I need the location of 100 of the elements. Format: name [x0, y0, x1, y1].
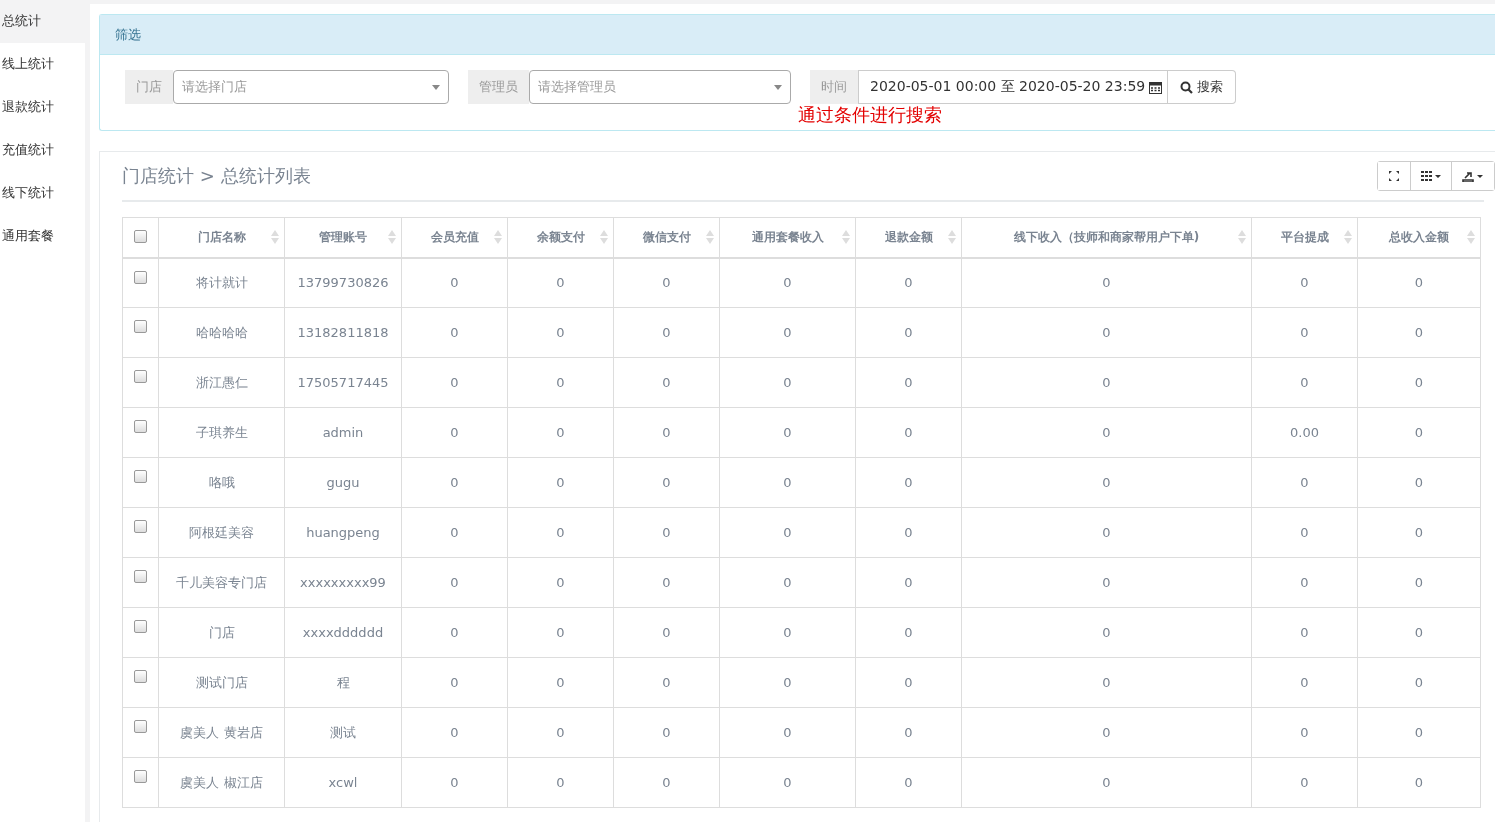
- checkbox[interactable]: [134, 770, 147, 783]
- table-cell: 0: [783, 674, 792, 690]
- table-cell: 0: [556, 574, 565, 590]
- checkbox[interactable]: [134, 720, 147, 733]
- table-cell: 0: [662, 574, 671, 590]
- sidebar-item[interactable]: 退款统计: [0, 86, 85, 129]
- table-cell: 0: [662, 724, 671, 740]
- sidebar-item[interactable]: 通用套餐: [0, 215, 85, 258]
- table-cell: 0: [1414, 474, 1424, 490]
- table-cell: 0: [904, 324, 913, 340]
- table-cell: 0: [1414, 374, 1424, 390]
- checkbox[interactable]: [134, 570, 147, 583]
- table-cell: 0: [450, 424, 459, 440]
- table-cell: 0: [1300, 274, 1309, 290]
- checkbox[interactable]: [134, 420, 147, 433]
- table-cell: 0: [556, 524, 565, 540]
- export-button[interactable]: [1451, 162, 1494, 190]
- panel-title: 门店统计 > 总统计列表: [122, 164, 311, 188]
- sidebar-item[interactable]: 总统计: [0, 0, 85, 43]
- search-button[interactable]: 搜索: [1168, 70, 1236, 104]
- checkbox[interactable]: [134, 620, 147, 633]
- checkbox[interactable]: [134, 230, 147, 243]
- checkbox[interactable]: [134, 470, 147, 483]
- table-cell: 0: [904, 424, 913, 440]
- table-cell: 0: [1102, 424, 1111, 440]
- table-cell: 0: [1102, 674, 1111, 690]
- table-cell: 0: [783, 524, 792, 540]
- column-header[interactable]: 会员充值: [430, 229, 479, 246]
- table-cell: 程: [336, 674, 350, 690]
- column-header[interactable]: 退款金额: [884, 229, 933, 246]
- table-cell: 0: [1300, 374, 1309, 390]
- sidebar-item[interactable]: 充值统计: [0, 129, 85, 172]
- table-cell: 0: [556, 424, 565, 440]
- table-cell: 0: [904, 374, 913, 390]
- table-cell: 0: [783, 374, 792, 390]
- table-cell: 咯哦: [208, 474, 235, 490]
- table-cell: 0: [783, 724, 792, 740]
- table-cell: 阿根廷美容: [189, 524, 254, 540]
- table-cell: 测试门店: [195, 674, 248, 690]
- sort-icon: [600, 230, 608, 245]
- table-cell: 0: [1414, 574, 1424, 590]
- table-cell: 0: [450, 774, 459, 790]
- table-cell: 0: [1102, 274, 1111, 290]
- column-header[interactable]: 管理账号: [319, 229, 367, 246]
- sort-icon: [388, 230, 396, 245]
- sort-icon: [494, 230, 502, 245]
- table-cell: 0: [783, 574, 792, 590]
- table-cell: 0: [450, 474, 459, 490]
- table-cell: 0: [904, 574, 913, 590]
- table-cell: 0: [1414, 724, 1424, 740]
- sort-icon: [1238, 230, 1246, 245]
- table-cell: 0: [662, 274, 671, 290]
- checkbox[interactable]: [134, 370, 147, 383]
- table-cell: 0: [450, 274, 459, 290]
- table-cell: 0: [1102, 624, 1111, 640]
- field-label: 管理员: [468, 70, 529, 104]
- table-cell: admin: [322, 424, 364, 440]
- column-header[interactable]: 微信支付: [642, 229, 691, 246]
- date-range-field[interactable]: 2020-05-01 00:00 至 2020-05-20 23:59: [858, 70, 1168, 104]
- table-cell: 0: [662, 324, 671, 340]
- table-cell: 0: [1300, 524, 1309, 540]
- search-icon: [1180, 80, 1193, 94]
- table-cell: 虞美人 黄岩店: [180, 724, 263, 740]
- checkbox[interactable]: [134, 270, 147, 284]
- table-cell: 0: [556, 374, 565, 390]
- checkbox[interactable]: [134, 520, 147, 533]
- table-cell: 0: [1414, 324, 1424, 340]
- table-cell: 0.00: [1290, 424, 1319, 440]
- checkbox[interactable]: [134, 320, 147, 333]
- sidebar-item[interactable]: 线上统计: [0, 43, 85, 86]
- table-cell: 0: [904, 524, 913, 540]
- table-cell: 0: [1414, 674, 1424, 690]
- table-cell: xxxxxxxxx99: [300, 574, 386, 590]
- table-cell: 0: [1414, 274, 1424, 290]
- table-cell: 0: [662, 374, 671, 390]
- column-header[interactable]: 余额支付: [536, 229, 585, 246]
- table-cell: 子琪养生: [195, 424, 248, 440]
- manager-select[interactable]: 请选择管理员: [529, 70, 791, 104]
- table-cell: 0: [904, 474, 913, 490]
- table-cell: 0: [450, 524, 459, 540]
- sort-icon: [706, 230, 714, 245]
- table-cell: 千儿美容专门店: [176, 574, 267, 590]
- table-cell: 0: [1300, 724, 1309, 740]
- table-cell: 0: [662, 674, 671, 690]
- column-header[interactable]: 门店名称: [197, 229, 246, 246]
- caret-icon: [774, 84, 782, 90]
- hint-text: 通过条件进行搜索: [798, 104, 943, 126]
- table-cell: huangpeng: [306, 524, 380, 540]
- table-cell: 0: [904, 274, 913, 290]
- sidebar-item[interactable]: 线下统计: [0, 172, 85, 215]
- column-header[interactable]: 平台提成: [1280, 229, 1329, 246]
- sort-icon: [1467, 230, 1475, 245]
- table-cell: 0: [662, 424, 671, 440]
- checkbox[interactable]: [134, 670, 147, 683]
- store-select[interactable]: 请选择门店: [173, 70, 449, 104]
- table-cell: 0: [556, 724, 565, 740]
- table-cell: 测试: [330, 724, 356, 740]
- sort-icon: [1344, 230, 1352, 245]
- table-cell: 0: [1414, 424, 1424, 440]
- table-cell: 将计就计: [195, 274, 248, 290]
